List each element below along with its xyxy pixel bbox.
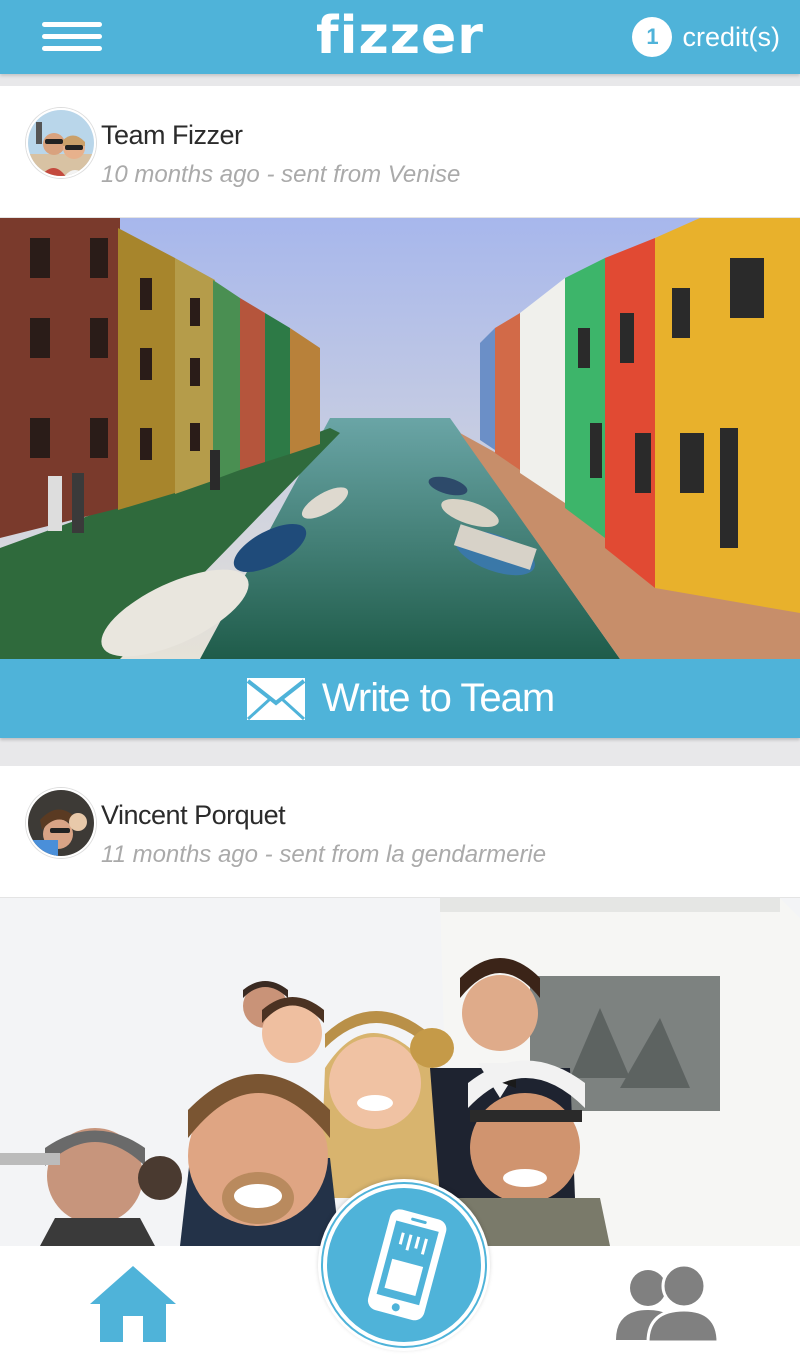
write-to-team-label: Write to Team [321, 676, 555, 720]
top-app-bar: fizzer 1 credit(s) [0, 0, 800, 74]
send-fizz-button[interactable] [318, 1179, 490, 1351]
feed-post: Team Fizzer 10 months ago - sent from Ve… [0, 86, 800, 738]
write-to-team-button[interactable]: Write to Team [0, 659, 800, 738]
home-icon [90, 1266, 176, 1342]
post-header: Vincent Porquet 11 months ago - sent fro… [0, 766, 800, 898]
post-author[interactable]: Vincent Porquet [101, 800, 286, 831]
credit-label: credit(s) [682, 21, 780, 52]
venice-canal-photo[interactable] [0, 218, 800, 659]
avatar[interactable] [26, 788, 96, 858]
nav-friends[interactable] [612, 1263, 720, 1344]
credit-count-badge: 1 [632, 17, 673, 57]
post-meta: 10 months ago - sent from Venise [101, 161, 461, 188]
credits-indicator[interactable]: 1 credit(s) [632, 17, 780, 57]
phone-card-icon [367, 1209, 447, 1321]
post-author[interactable]: Team Fizzer [101, 120, 243, 151]
envelope-icon [246, 677, 306, 720]
post-header: Team Fizzer 10 months ago - sent from Ve… [0, 86, 800, 218]
nav-home[interactable] [88, 1264, 178, 1344]
feed-post: Vincent Porquet 11 months ago - sent fro… [0, 766, 800, 1246]
avatar[interactable] [26, 108, 96, 178]
friends-icon [616, 1263, 720, 1344]
post-meta: 11 months ago - sent from la gendarmerie [101, 841, 547, 868]
